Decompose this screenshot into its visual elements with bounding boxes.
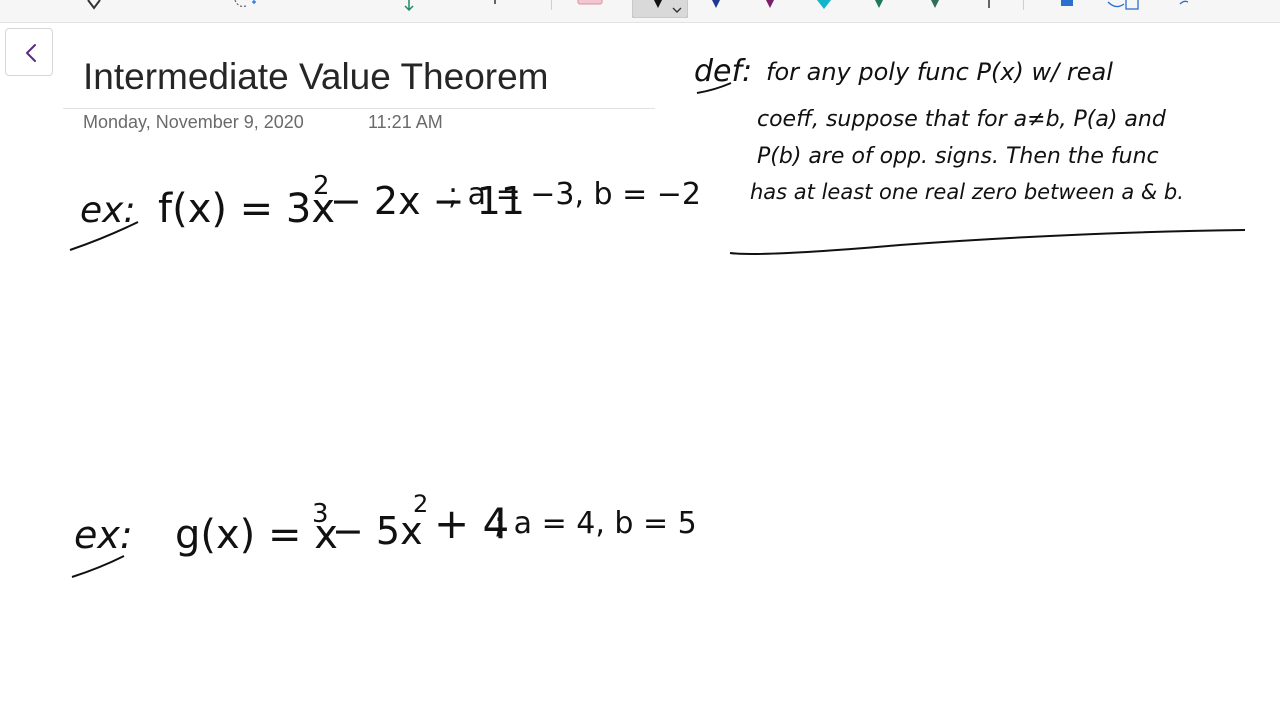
example-2-middle-term: − 5x bbox=[332, 509, 423, 553]
example-1-ink: ex: f(x) = 3x 2 − 2x − 11 ; a = −3, b = … bbox=[69, 171, 701, 251]
example-2-exponent-1: 3 bbox=[312, 499, 329, 529]
definition-line-1: for any poly func P(x) w/ real bbox=[766, 58, 1113, 86]
ink-canvas[interactable]: def: for any poly func P(x) w/ real coef… bbox=[0, 0, 1280, 720]
example-1-function: f(x) = 3x bbox=[158, 186, 335, 232]
definition-line-3: P(b) are of opp. signs. Then the func bbox=[757, 144, 1159, 169]
example-2-interval: ; a = 4, b = 5 bbox=[494, 506, 697, 541]
definition-separator-line bbox=[729, 229, 1246, 255]
example-2-label: ex: bbox=[74, 513, 133, 557]
example-2-ink: ex: g(x) = x 3 − 5x 2 + 4 ; a = 4, b = 5 bbox=[71, 490, 697, 578]
example-1-exponent: 2 bbox=[313, 171, 330, 201]
definition-line-2: coeff, suppose that for a≠b, P(a) and bbox=[757, 107, 1167, 132]
definition-ink: def: for any poly func P(x) w/ real coef… bbox=[694, 54, 1246, 255]
example-1-label: ex: bbox=[80, 190, 136, 231]
definition-label: def: bbox=[694, 54, 752, 89]
example-1-interval: ; a = −3, b = −2 bbox=[448, 177, 701, 212]
definition-line-4: has at least one real zero between a & b… bbox=[750, 180, 1184, 204]
example-2-exponent-2: 2 bbox=[413, 490, 428, 518]
example-2-underline bbox=[71, 555, 125, 578]
